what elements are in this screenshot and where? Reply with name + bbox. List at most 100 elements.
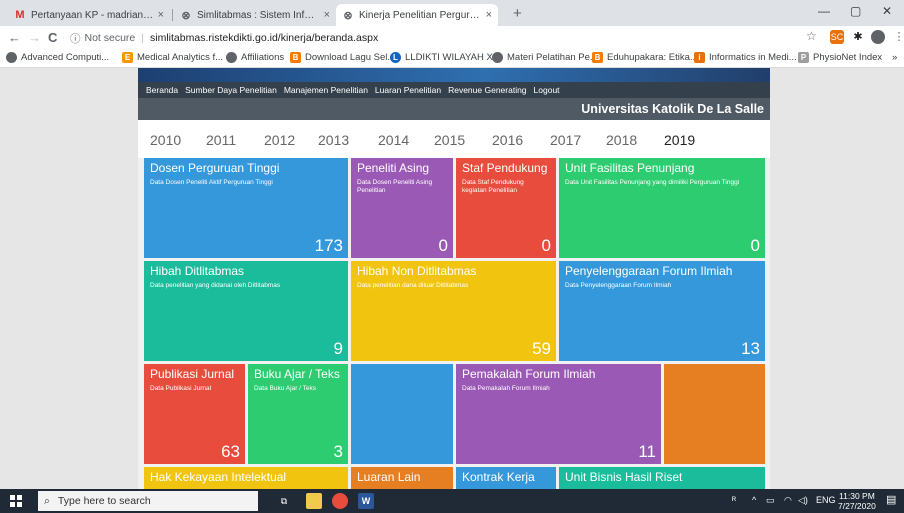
tile-pemakalah-forum-ilmiah[interactable]: Pemakalah Forum Ilmiah Data Pemakalah Fo… — [456, 364, 661, 464]
input-language[interactable]: ENG — [816, 495, 836, 505]
file-explorer-icon[interactable] — [306, 493, 322, 509]
volume-icon[interactable]: ◁) — [798, 495, 808, 506]
bookmark-label: Download Lagu Sel... — [305, 52, 396, 63]
extension-icon[interactable]: SC — [830, 30, 844, 44]
tile-subtitle: Data Staf Pendukung kegiatan Penelitian — [462, 179, 524, 194]
tile-publikasi-jurnal[interactable]: Publikasi Jurnal Data Publikasi Jurnal 6… — [144, 364, 245, 464]
word-icon[interactable]: W — [358, 493, 374, 509]
tile-hak-kekayaan-intelektual[interactable]: Hak Kekayaan Intelektual — [144, 467, 348, 489]
tile-title: Peneliti Asing — [357, 161, 430, 175]
tile-blank-orange[interactable] — [664, 364, 765, 464]
tile-staf-pendukung[interactable]: Staf Pendukung Data Staf Pendukung kegia… — [456, 158, 556, 258]
bookmark-item[interactable]: Affiliations — [226, 52, 284, 63]
tray-chevron-icon[interactable]: ^ — [752, 495, 756, 505]
bookmark-item[interactable]: L LLDIKTI WILAYAH X... — [390, 52, 501, 63]
globe-icon: ⊗ — [343, 9, 353, 22]
bookmark-item[interactable]: Materi Pelatihan Pe... — [492, 52, 598, 63]
bookmark-item[interactable]: i Informatics in Medi... — [694, 52, 797, 63]
tile-peneliti-asing[interactable]: Peneliti Asing Data Dosen Peneliti Asing… — [351, 158, 453, 258]
url-bar[interactable]: ⓘ Not secure | simlitabmas.ristekdikti.g… — [70, 29, 790, 47]
browser-tab-strip: M Pertanyaan KP - madrian@unika... × ⊗ S… — [0, 0, 904, 26]
windows-start-icon[interactable] — [10, 495, 22, 507]
browser-tab-kinerja[interactable]: ⊗ Kinerja Penelitian Perguruan Ting... × — [336, 4, 498, 26]
year-link[interactable]: 2011 — [206, 132, 236, 148]
tile-subtitle: Data penelitian yang didanai oleh Ditlit… — [150, 282, 281, 289]
profile-avatar[interactable] — [871, 30, 885, 44]
tile-luaran-lain[interactable]: Luaran Lain — [351, 467, 453, 489]
tile-buku-ajar-teks[interactable]: Buku Ajar / Teks Data Buku Ajar / Teks 3 — [248, 364, 348, 464]
taskbar-search-input[interactable]: ⌕ Type here to search — [38, 491, 258, 511]
tile-hibah-ditlitabmas[interactable]: Hibah Ditlitabmas Data penelitian yang d… — [144, 261, 348, 361]
menu-luaran-penelitian[interactable]: Luaran Penelitian — [375, 85, 441, 95]
close-tab-icon[interactable]: × — [158, 9, 164, 21]
puzzle-icon[interactable]: ✱ — [851, 30, 865, 44]
tile-title: Dosen Perguruan Tinggi — [150, 161, 280, 175]
back-button[interactable]: ← — [8, 30, 21, 45]
year-link[interactable]: 2016 — [492, 132, 523, 148]
tile-dosen-perguruan-tinggi[interactable]: Dosen Perguruan Tinggi Data Dosen Peneli… — [144, 158, 348, 258]
tile-title: Pemakalah Forum Ilmiah — [462, 367, 596, 381]
menu-logout[interactable]: Logout — [534, 85, 560, 95]
tile-unit-bisnis-hasil-riset[interactable]: Unit Bisnis Hasil Riset — [559, 467, 765, 489]
bookmark-label: Informatics in Medi... — [709, 52, 797, 63]
menu-beranda[interactable]: Beranda — [146, 85, 178, 95]
notification-icon[interactable]: ▤ — [886, 493, 896, 506]
e-logo-icon: E — [122, 52, 133, 63]
minimize-button[interactable]: — — [818, 4, 830, 18]
browser-tab-gmail[interactable]: M Pertanyaan KP - madrian@unika... × — [8, 4, 170, 26]
close-tab-icon[interactable]: × — [324, 9, 330, 21]
menu-sumber-daya-penelitian[interactable]: Sumber Daya Penelitian — [185, 85, 277, 95]
bookmark-item[interactable]: Advanced Computi... — [6, 52, 109, 63]
tile-count: 0 — [438, 236, 448, 255]
tab-separator — [172, 9, 173, 21]
tile-unit-fasilitas-penunjang[interactable]: Unit Fasilitas Penunjang Data Unit Fasil… — [559, 158, 765, 258]
reload-button[interactable]: C — [48, 30, 57, 45]
gmail-icon: M — [15, 9, 25, 21]
new-tab-button[interactable]: + — [513, 5, 522, 22]
blogger-icon: B — [592, 52, 603, 63]
menu-manajemen-penelitian[interactable]: Manajemen Penelitian — [284, 85, 368, 95]
year-link[interactable]: 2014 — [378, 132, 409, 148]
tile-kontrak-kerja[interactable]: Kontrak Kerja — [456, 467, 556, 489]
browser-tab-simlitabmas[interactable]: ⊗ Simlitabmas : Sistem Informasi P... × — [174, 4, 336, 26]
year-link[interactable]: 2018 — [606, 132, 637, 148]
system-clock[interactable]: 11:30 PM 7/27/2020 — [838, 491, 876, 511]
tile-title: Buku Ajar / Teks — [254, 367, 340, 381]
close-tab-icon[interactable]: × — [486, 9, 492, 21]
year-link[interactable]: 2015 — [434, 132, 465, 148]
year-selector: 2010 2011 2012 2013 2014 2015 2016 2017 … — [138, 120, 770, 158]
task-view-icon[interactable]: ⧉ — [276, 493, 292, 509]
menu-revenue-generating[interactable]: Revenue Generating — [448, 85, 526, 95]
year-link[interactable]: 2013 — [318, 132, 349, 148]
year-link[interactable]: 2010 — [150, 132, 181, 148]
people-icon[interactable]: ᴿ — [732, 495, 736, 505]
more-menu-icon[interactable]: ⋮ — [892, 30, 904, 44]
forward-button[interactable]: → — [28, 30, 41, 45]
wifi-icon[interactable]: ◠ — [784, 495, 792, 506]
bookmark-item[interactable]: B Download Lagu Sel... — [290, 52, 395, 63]
close-window-button[interactable]: ✕ — [882, 4, 892, 18]
bookmark-item[interactable]: E Medical Analytics f... — [122, 52, 223, 63]
search-icon: ⌕ — [44, 494, 50, 507]
url-text[interactable]: simlitabmas.ristekdikti.go.id/kinerja/be… — [150, 32, 378, 44]
university-bar: Universitas Katolik De La Salle — [138, 98, 770, 120]
chrome-icon[interactable] — [332, 493, 348, 509]
maximize-button[interactable]: ▢ — [850, 4, 861, 18]
tile-hibah-non-ditlitabmas[interactable]: Hibah Non Ditlitabmas Data penelitian da… — [351, 261, 556, 361]
year-link-selected[interactable]: 2019 — [664, 132, 695, 148]
security-label[interactable]: Not secure — [85, 32, 136, 44]
tile-title: Kontrak Kerja — [462, 470, 535, 484]
bookmarks-overflow-button[interactable]: » — [892, 52, 897, 63]
bookmark-item[interactable]: P PhysioNet Index — [798, 52, 882, 63]
bookmark-label: Eduhupakara: Etika... — [607, 52, 698, 63]
tile-title: Unit Fasilitas Penunjang — [565, 161, 695, 175]
bookmark-item[interactable]: B Eduhupakara: Etika... — [592, 52, 698, 63]
year-link[interactable]: 2012 — [264, 132, 295, 148]
bookmark-star-icon[interactable]: ☆ — [806, 29, 817, 43]
tile-penyelenggaraan-forum-ilmiah[interactable]: Penyelenggaraan Forum Ilmiah Data Penyel… — [559, 261, 765, 361]
battery-icon[interactable]: ▭ — [766, 495, 775, 506]
info-icon[interactable]: ⓘ — [70, 31, 81, 46]
tile-blank-blue[interactable] — [351, 364, 453, 464]
year-link[interactable]: 2017 — [550, 132, 581, 148]
tile-count: 173 — [314, 236, 343, 255]
